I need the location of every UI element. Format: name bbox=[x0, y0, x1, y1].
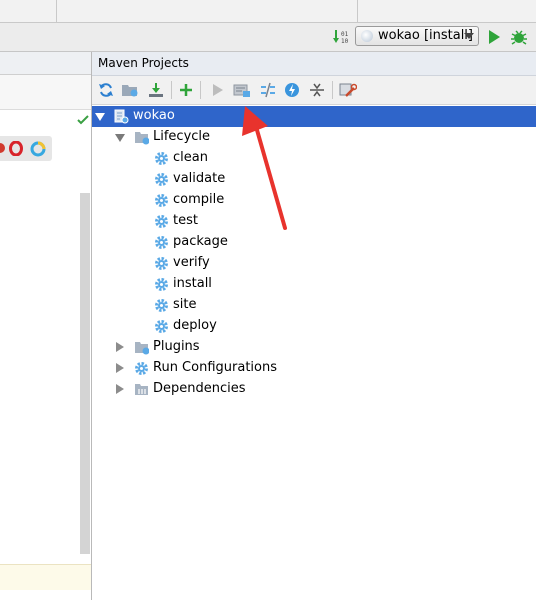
browser-icon[interactable] bbox=[0, 142, 6, 155]
lifecycle-goal-label: verify bbox=[173, 255, 210, 270]
lifecycle-goal-label: test bbox=[173, 213, 198, 228]
collapse-all-icon[interactable] bbox=[307, 80, 327, 100]
debug-button[interactable] bbox=[509, 27, 529, 47]
add-icon[interactable] bbox=[176, 80, 196, 100]
run-icon[interactable] bbox=[208, 80, 228, 100]
dependencies-label: Dependencies bbox=[153, 381, 246, 396]
maven-panel-header: Maven Projects bbox=[92, 52, 536, 76]
lifecycle-goal-label: validate bbox=[173, 171, 226, 186]
lifecycle-goal-label: install bbox=[173, 276, 212, 291]
scrollbar[interactable] bbox=[80, 193, 90, 554]
dependencies-folder-icon bbox=[135, 384, 148, 395]
chevron-down-icon bbox=[464, 33, 474, 39]
run-config-select[interactable]: wokao [install] bbox=[355, 26, 479, 46]
annotation-arrow bbox=[242, 106, 287, 230]
project-label: wokao bbox=[133, 108, 175, 123]
browser-icons-bar bbox=[0, 136, 52, 161]
editor-area bbox=[0, 52, 91, 600]
lifecycle-goal-test[interactable]: test bbox=[92, 211, 536, 232]
gear-icon bbox=[155, 215, 168, 228]
gear-icon bbox=[155, 299, 168, 312]
expand-arrow-icon[interactable] bbox=[95, 113, 105, 121]
lifecycle-goal-label: site bbox=[173, 297, 197, 312]
gear-icon bbox=[155, 257, 168, 270]
sort-icon[interactable]: 01 10 bbox=[332, 28, 350, 46]
expand-arrow-icon[interactable] bbox=[116, 384, 124, 394]
lifecycle-goal-deploy[interactable]: deploy bbox=[92, 316, 536, 337]
maven-config-icon bbox=[361, 30, 373, 42]
top-tab-strip bbox=[0, 0, 536, 23]
lifecycle-folder-icon bbox=[135, 132, 149, 145]
editor-tab-header bbox=[0, 52, 91, 75]
lifecycle-goal-package[interactable]: package bbox=[92, 232, 536, 253]
tree-item-project[interactable]: wokao bbox=[92, 106, 536, 127]
maven-panel-title: Maven Projects bbox=[98, 56, 189, 70]
expand-arrow-icon[interactable] bbox=[116, 342, 124, 352]
run-button[interactable] bbox=[487, 29, 501, 45]
lifecycle-goal-label: package bbox=[173, 234, 228, 249]
run-toolbar: 01 10 wokao [install] bbox=[0, 23, 536, 52]
toolbar-separator bbox=[332, 81, 333, 99]
lifecycle-goal-label: compile bbox=[173, 192, 225, 207]
opera-icon[interactable] bbox=[9, 141, 23, 156]
svg-text:10: 10 bbox=[341, 38, 349, 45]
skip-tests-icon[interactable] bbox=[282, 80, 302, 100]
lifecycle-goal-site[interactable]: site bbox=[92, 295, 536, 316]
lifecycle-goal-clean[interactable]: clean bbox=[92, 148, 536, 169]
tree-item-plugins[interactable]: Plugins bbox=[92, 337, 536, 358]
maven-project-tree: wokao Lifecycle clean validate compile test… bbox=[92, 105, 536, 600]
run-config-label: wokao [install] bbox=[378, 28, 473, 43]
maven-toolbar bbox=[92, 76, 536, 105]
tree-item-dependencies[interactable]: Dependencies bbox=[92, 379, 536, 400]
execute-goal-icon[interactable] bbox=[232, 80, 252, 100]
tab-stub[interactable] bbox=[0, 0, 57, 22]
generate-sources-icon[interactable] bbox=[120, 80, 140, 100]
maven-project-icon bbox=[114, 109, 129, 124]
toggle-offline-icon[interactable] bbox=[258, 80, 278, 100]
expand-arrow-icon[interactable] bbox=[116, 363, 124, 373]
reimport-icon[interactable] bbox=[96, 80, 116, 100]
lifecycle-goal-validate[interactable]: validate bbox=[92, 169, 536, 190]
toolbar-separator bbox=[200, 81, 201, 99]
svg-text:01: 01 bbox=[341, 31, 349, 38]
gear-icon bbox=[155, 278, 168, 291]
gear-icon bbox=[155, 194, 168, 207]
lifecycle-label: Lifecycle bbox=[153, 129, 211, 144]
editor-bottom-bar bbox=[0, 564, 91, 590]
tree-item-run-configurations[interactable]: Run Configurations bbox=[92, 358, 536, 379]
editor-subheader bbox=[0, 75, 91, 110]
run-configurations-label: Run Configurations bbox=[153, 360, 277, 375]
plugins-label: Plugins bbox=[153, 339, 200, 354]
toolbar-separator bbox=[171, 81, 172, 99]
gear-icon bbox=[155, 320, 168, 333]
tree-item-lifecycle[interactable]: Lifecycle bbox=[92, 127, 536, 148]
gear-icon bbox=[135, 362, 148, 375]
lifecycle-goal-label: deploy bbox=[173, 318, 217, 333]
lifecycle-goal-install[interactable]: install bbox=[92, 274, 536, 295]
browser-icon[interactable] bbox=[30, 141, 46, 157]
plugins-folder-icon bbox=[135, 342, 149, 355]
checkmark-icon bbox=[77, 115, 89, 125]
gear-icon bbox=[155, 173, 168, 186]
expand-arrow-icon[interactable] bbox=[115, 134, 125, 142]
gear-icon bbox=[155, 152, 168, 165]
settings-icon[interactable] bbox=[338, 80, 358, 100]
lifecycle-goal-verify[interactable]: verify bbox=[92, 253, 536, 274]
tab-stub[interactable] bbox=[57, 0, 358, 22]
lifecycle-goal-label: clean bbox=[173, 150, 208, 165]
lifecycle-goal-compile[interactable]: compile bbox=[92, 190, 536, 211]
download-icon[interactable] bbox=[146, 80, 166, 100]
gear-icon bbox=[155, 236, 168, 249]
